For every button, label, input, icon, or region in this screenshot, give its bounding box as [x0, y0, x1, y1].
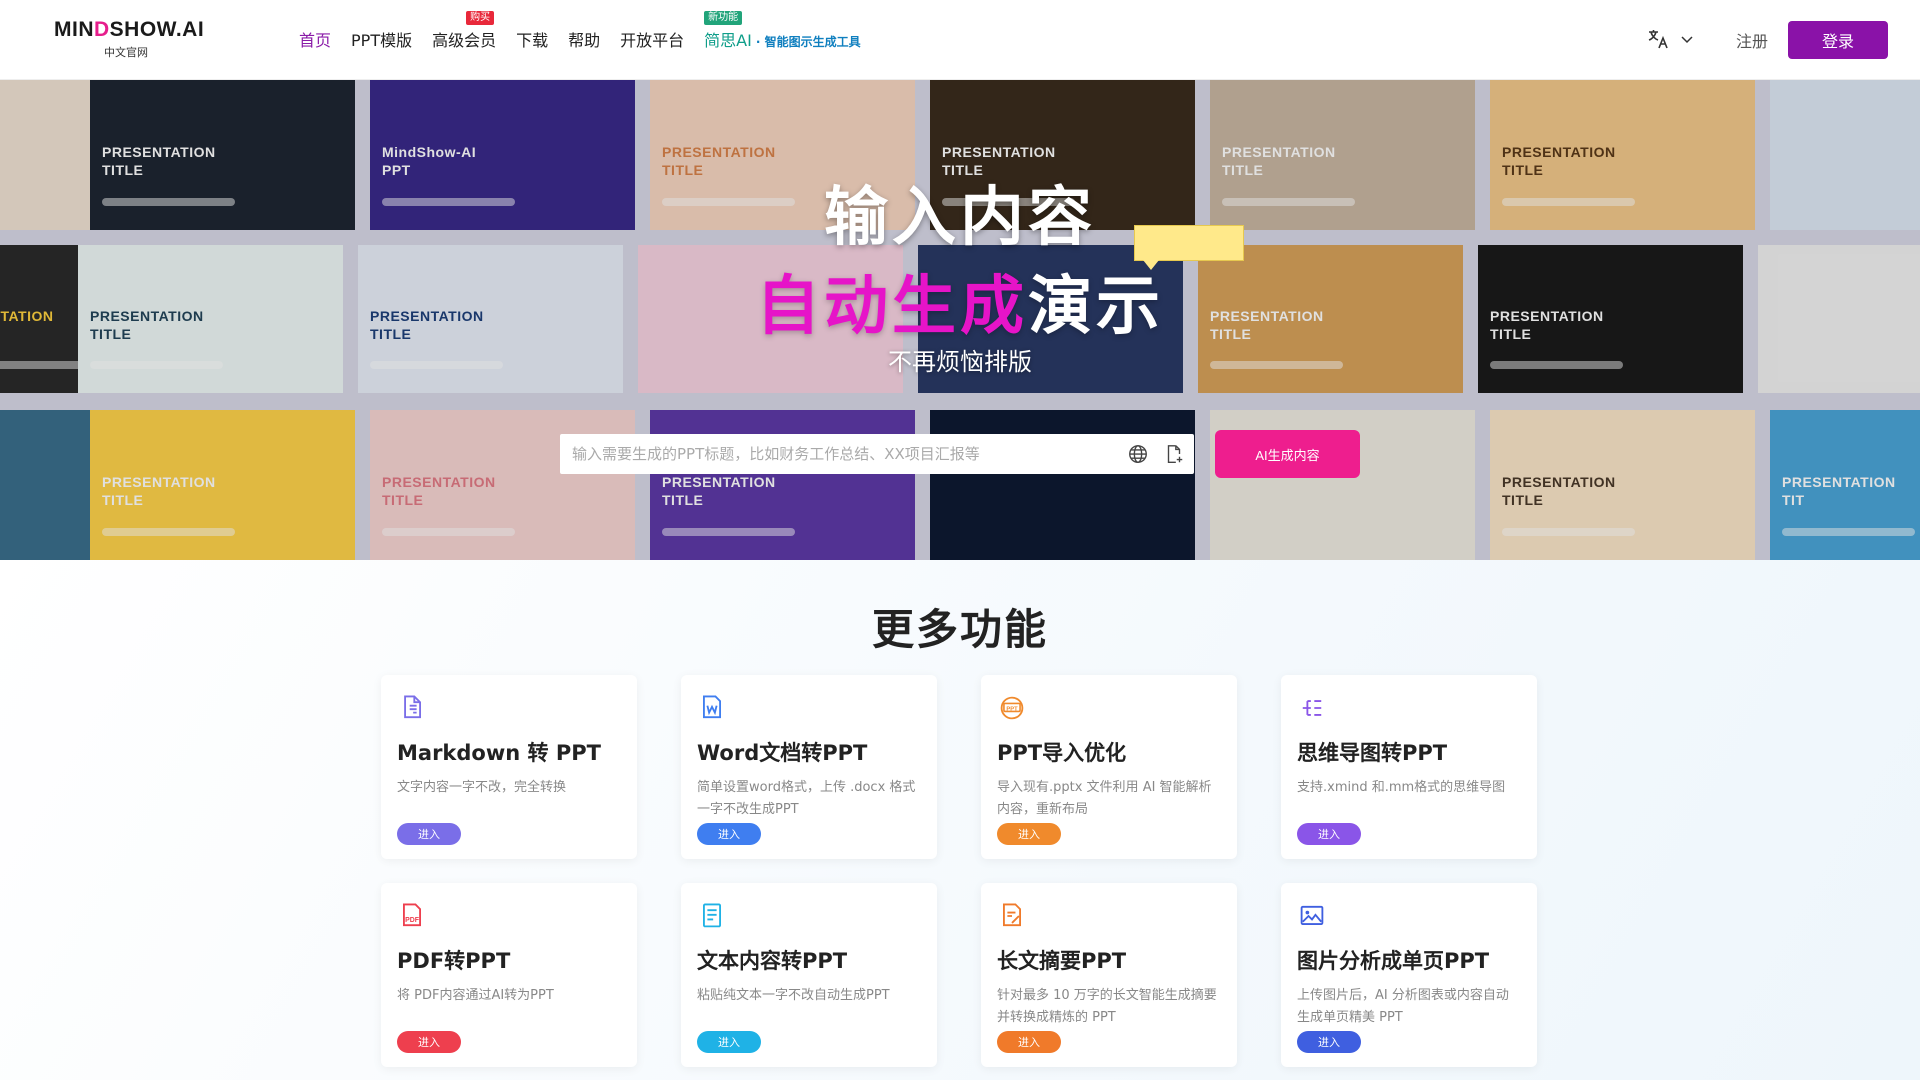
- feature-card[interactable]: 思维导图转PPT 支持.xmind 和.mm格式的思维导图进入: [1281, 675, 1537, 859]
- prompt-input[interactable]: [572, 445, 1122, 463]
- feature-enter-button[interactable]: 进入: [1297, 1031, 1361, 1053]
- feature-card-desc: 上传图片后，AI 分析图表或内容自动生成单页精美 PPT: [1297, 988, 1509, 1025]
- feature-card[interactable]: 长文摘要PPT 针对最多 10 万字的长文智能生成摘要并转换成精炼的 PPT 进入: [981, 883, 1237, 1067]
- hero-title-line1: 输入内容: [824, 181, 1096, 255]
- feature-card-title: 思维导图转PPT: [1297, 741, 1448, 765]
- hero-banner: PRESENTATION TITLE MindShow-AI PPT PRESENT…: [0, 80, 1920, 560]
- logo-wordmark: MINDSHOW.AI: [54, 18, 205, 41]
- image-icon: [1300, 905, 1324, 925]
- language-switcher[interactable]: [1646, 27, 1694, 51]
- nav-vip-label: 高级会员: [432, 31, 497, 50]
- nav-jiansi-sub: · 智能图示生成工具: [755, 35, 861, 49]
- nav-home[interactable]: 首页: [299, 27, 331, 51]
- prompt-box: [560, 434, 1194, 474]
- register-link[interactable]: 注册: [1736, 28, 1768, 52]
- feature-card-title: 文本内容转PPT: [697, 949, 848, 973]
- nav-jiansi-ai[interactable]: 新功能 简思AI · 智能图示生成工具: [704, 11, 861, 51]
- speech-bubble-decoration: [1134, 225, 1244, 270]
- feature-card-desc: 文字内容一字不改，完全转换: [397, 780, 567, 795]
- nav-open-platform[interactable]: 开放平台: [620, 27, 684, 51]
- nav-download[interactable]: 下载: [516, 27, 548, 51]
- feature-card[interactable]: 文本内容转PPT 粘贴纯文本一字不改自动生成PPT 进入: [681, 883, 937, 1067]
- svg-text:PDF: PDF: [405, 917, 419, 924]
- nav-jiansi-label: 简思AI: [704, 31, 752, 50]
- text-file-icon: [703, 903, 721, 928]
- pdf-file-icon: PDF: [403, 903, 421, 927]
- feature-card[interactable]: Markdown 转 PPT 文字内容一字不改，完全转换进入: [381, 675, 637, 859]
- feature-card-desc: 针对最多 10 万字的长文智能生成摘要并转换成精炼的 PPT: [997, 988, 1217, 1025]
- features-title: 更多功能: [871, 605, 1048, 654]
- mindmap-icon: [1302, 700, 1322, 716]
- feature-card-desc: 粘贴纯文本一字不改自动生成PPT: [697, 988, 890, 1003]
- logo[interactable]: MINDSHOW.AI 中文官网: [54, 18, 204, 60]
- hero-title-highlight: 自动生成: [756, 270, 1028, 344]
- feature-enter-button[interactable]: 进入: [997, 823, 1061, 845]
- hero-title-line2: 自动生成演示: [0, 255, 1920, 347]
- globe-icon[interactable]: [1122, 438, 1154, 470]
- svg-text:PPT: PPT: [1006, 706, 1018, 712]
- feature-card-title: 长文摘要PPT: [997, 949, 1127, 973]
- feature-card-title: PPT导入优化: [997, 741, 1127, 765]
- feature-card-desc: 将 PDF内容通过AI转为PPT: [397, 988, 554, 1003]
- translate-icon: [1648, 30, 1668, 49]
- feature-card[interactable]: PPT PPT导入优化导入现有.pptx 文件利用 AI 智能解析内容，重新布局进…: [981, 675, 1237, 859]
- feature-enter-button[interactable]: 进入: [397, 823, 461, 845]
- feature-enter-button[interactable]: 进入: [1297, 823, 1361, 845]
- feature-card-title: 图片分析成单页PPT: [1297, 949, 1490, 973]
- feature-enter-button[interactable]: 进入: [397, 1031, 461, 1053]
- feature-card-title: Markdown 转 PPT: [397, 741, 601, 765]
- logo-subtitle: 中文官网: [104, 46, 148, 59]
- hero-title-rest: 演示: [1028, 270, 1164, 344]
- feature-card-desc: 导入现有.pptx 文件利用 AI 智能解析内容，重新布局: [997, 780, 1212, 817]
- feature-enter-button[interactable]: 进入: [697, 823, 761, 845]
- feature-card-desc: 简单设置word格式，上传 .docx 格式一字不改生成PPT: [697, 780, 916, 817]
- nav-templates[interactable]: PPT模版: [351, 27, 412, 51]
- ppt-file-icon: PPT: [1000, 696, 1024, 720]
- nav-vip[interactable]: 高级会员 购买: [432, 11, 497, 51]
- login-button[interactable]: 登录: [1788, 21, 1888, 59]
- top-header: MINDSHOW.AI 中文官网 首页 PPT模版 高级会员 购买 下载 帮助 …: [0, 0, 1920, 80]
- feature-enter-button[interactable]: 进入: [997, 1031, 1061, 1053]
- feature-card-title: PDF转PPT: [397, 949, 511, 973]
- feature-card[interactable]: Word文档转PPT 简单设置word格式，上传 .docx 格式一字不改生成PP…: [681, 675, 937, 859]
- markdown-file-icon: [404, 695, 421, 719]
- feature-card-title: Word文档转PPT: [697, 741, 868, 765]
- ai-generate-button[interactable]: AI生成内容: [1215, 430, 1360, 478]
- nav-help[interactable]: 帮助: [568, 27, 600, 51]
- main-nav: 首页 PPT模版 高级会员 购买 下载 帮助 开放平台 新功能 简思AI · 智能…: [299, 11, 881, 51]
- features-section: 更多功能 Markdown 转 PPT 文字内容一字不改，完全转换 进入 Word文档…: [0, 560, 1920, 1080]
- feature-card-desc: 支持.xmind 和.mm格式的思维导图: [1297, 780, 1506, 795]
- word-file-icon: [703, 695, 721, 719]
- feature-card[interactable]: PDF PDF转PPT 将 PDF内容通过AI转为PPT 进入: [381, 883, 637, 1067]
- feature-enter-button[interactable]: 进入: [697, 1031, 761, 1053]
- hero-subtitle: 不再烦恼排版: [888, 348, 1032, 376]
- feature-card[interactable]: 图片分析成单页PPT 上传图片后，AI 分析图表或内容自动生成单页精美 PPT 进入: [1281, 883, 1537, 1067]
- upload-file-icon[interactable]: [1158, 438, 1190, 470]
- chevron-down-icon: [1681, 36, 1693, 44]
- summary-edit-icon: [1003, 903, 1021, 927]
- buy-badge: 购买: [466, 11, 495, 25]
- new-feature-badge: 新功能: [704, 11, 743, 25]
